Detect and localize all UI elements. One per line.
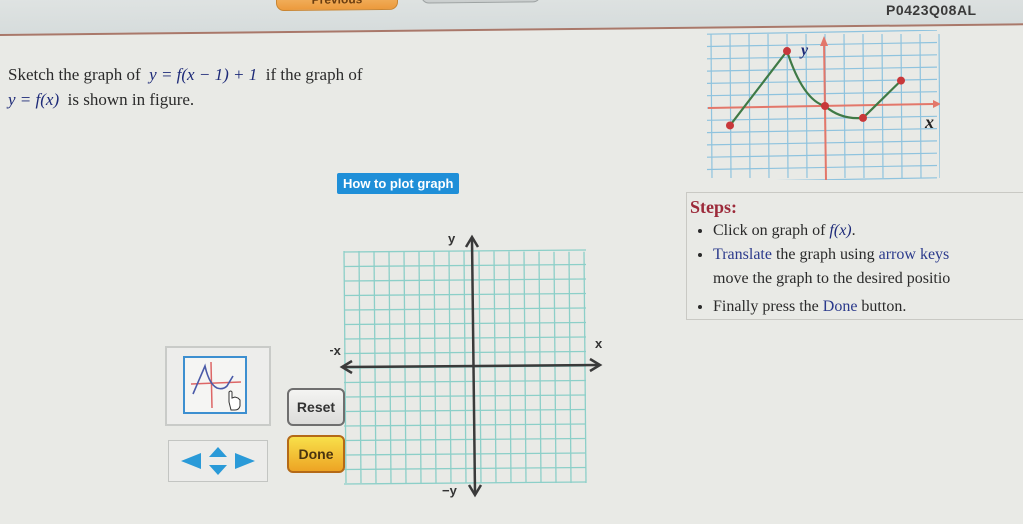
- plot-grid-line: [568, 251, 572, 484]
- plot-neg-y-label: −y: [442, 483, 458, 498]
- graph-select-tool[interactable]: [183, 356, 247, 414]
- question-text: Sketch the graph of y = f(x − 1) + 1 if …: [8, 62, 363, 112]
- step-highlight: Translate: [713, 246, 772, 263]
- reference-point: [859, 113, 867, 122]
- reference-grid-line: [706, 115, 938, 121]
- plot-grid-line: [343, 452, 587, 456]
- plot-grid-line: [538, 251, 542, 484]
- reference-point: [897, 76, 905, 85]
- step-text-end: button.: [857, 298, 907, 315]
- step-highlight: arrow keys: [878, 246, 950, 263]
- plot-grid-line: [343, 481, 587, 485]
- graph-select-icon: [190, 361, 242, 411]
- reference-point: [726, 121, 734, 130]
- reference-grid-line: [706, 54, 938, 60]
- plot-x-label: x: [595, 336, 603, 351]
- question-base-equation: y = f(x): [8, 90, 60, 109]
- graph-tool-panel: [165, 346, 271, 426]
- reference-y-label: y: [799, 42, 809, 59]
- reference-graph: y x: [706, 30, 940, 180]
- plot-area[interactable]: y −y x −x: [330, 225, 610, 500]
- reference-grid-line: [706, 66, 938, 72]
- plot-y-label: y: [448, 231, 456, 246]
- reference-grid-line: [706, 30, 938, 35]
- left-arrow-icon[interactable]: [181, 453, 201, 469]
- plot-grid-line: [343, 466, 587, 471]
- previous-button[interactable]: Previous: [276, 0, 398, 12]
- reference-x-label: x: [924, 112, 934, 132]
- reference-point: [821, 102, 829, 110]
- reference-grid-line: [938, 33, 940, 179]
- problem-id: P0423Q08AL: [886, 2, 977, 18]
- step-text-line2: move the graph to the desired positio: [713, 270, 951, 287]
- steps-title: Steps:: [690, 197, 738, 217]
- next-button[interactable]: [421, 0, 541, 4]
- step-text: Finally press the: [713, 298, 823, 315]
- step-highlight: Done: [822, 298, 858, 315]
- reference-y-arrow-icon: [820, 36, 828, 46]
- step-math: f(x): [829, 222, 852, 239]
- plot-grid-line: [553, 251, 557, 484]
- arrow-keys-icon: [181, 447, 255, 475]
- plot-grid-line: [343, 278, 587, 282]
- reference-point: [783, 47, 791, 56]
- how-to-plot-button[interactable]: How to plot graph: [337, 173, 460, 194]
- reference-grid-line: [710, 33, 713, 179]
- step-text-end: .: [851, 222, 856, 239]
- reference-grid-line: [706, 91, 938, 97]
- question-equation: y = f(x − 1) + 1: [149, 65, 258, 84]
- reset-button[interactable]: Reset: [287, 388, 345, 426]
- down-arrow-icon[interactable]: [209, 465, 227, 475]
- done-button[interactable]: Done: [287, 435, 345, 473]
- question-suffix: if the graph of: [265, 65, 363, 84]
- right-arrow-icon[interactable]: [235, 453, 255, 469]
- plot-y-axis: [470, 238, 477, 494]
- reference-curve[interactable]: [729, 48, 902, 127]
- question-prefix: Sketch the graph of: [8, 65, 141, 84]
- reference-grid-line: [775, 177, 938, 180]
- reference-grid-line: [706, 128, 938, 134]
- plot-grid-line: [523, 251, 527, 484]
- steps-panel: Steps: Click on graph of f(x). Translate…: [686, 192, 1023, 320]
- reference-grid-line: [706, 140, 938, 146]
- plot-grid-line: [343, 249, 587, 253]
- step-text: the graph using: [771, 246, 879, 263]
- plot-grid-line: [583, 251, 587, 484]
- step-item: Translate the graph using arrow keys mov…: [713, 243, 1023, 291]
- reference-grid-line: [706, 152, 938, 158]
- plot-neg-x-label: −x: [330, 343, 342, 358]
- arrow-keys-panel: [168, 440, 268, 482]
- step-text: Click on graph of: [713, 222, 830, 239]
- question-line2: is shown in figure.: [67, 90, 195, 109]
- step-item: Finally press the Done button.: [713, 295, 1023, 319]
- step-item: Click on graph of f(x).: [713, 219, 1023, 243]
- up-arrow-icon[interactable]: [209, 447, 227, 457]
- plot-grid-line: [343, 263, 587, 268]
